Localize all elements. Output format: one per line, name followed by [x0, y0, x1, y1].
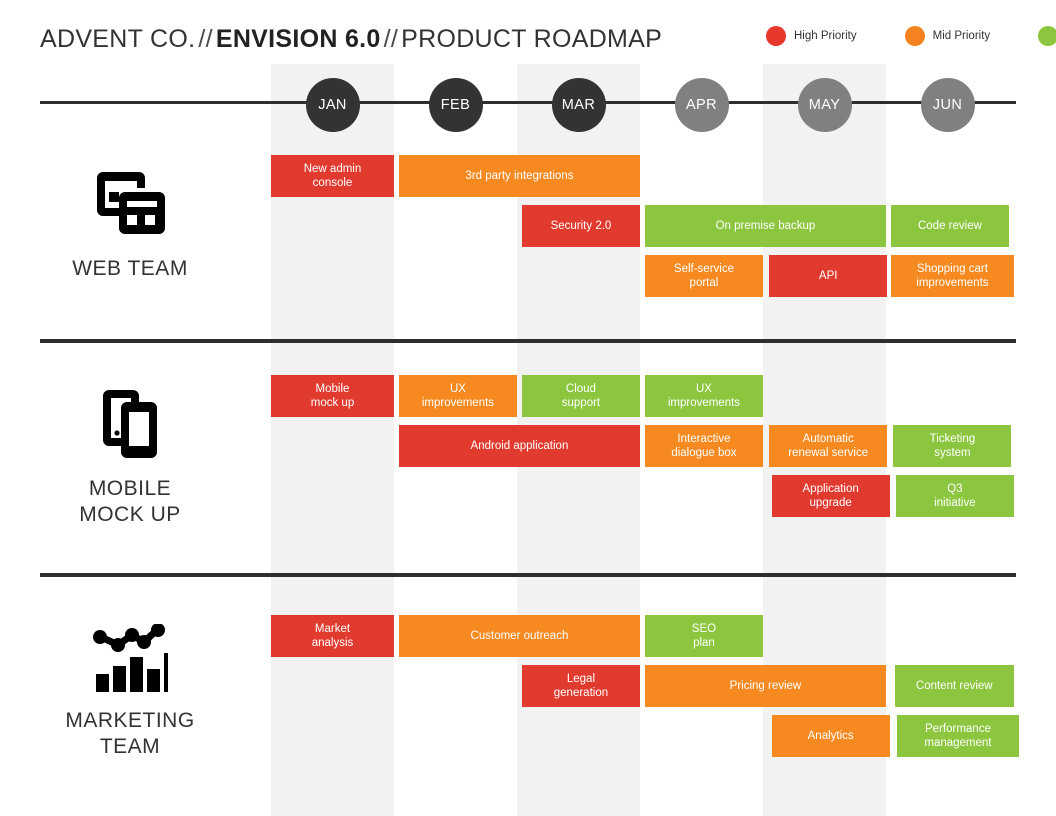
timeline-month-may[interactable]: MAY	[797, 78, 852, 132]
page-subtitle: PRODUCT ROADMAP	[401, 25, 663, 53]
timeline-month-mar[interactable]: MAR	[551, 78, 606, 132]
title-separator-1: //	[198, 25, 213, 53]
legend-item: Mid Priority	[904, 26, 991, 46]
task-bar[interactable]: Customer outreach	[398, 615, 640, 657]
team-marketing-team: MARKETING TEAM	[0, 612, 260, 760]
task-bar[interactable]: Analytics	[771, 715, 890, 757]
task-bar[interactable]: UX improvements	[644, 375, 763, 417]
legend-label: High Priority	[794, 29, 857, 42]
task-bar[interactable]: On premise backup	[644, 205, 886, 247]
section-divider	[40, 573, 1016, 577]
task-bar[interactable]: Cloud support	[521, 375, 640, 417]
task-bar[interactable]: Legal generation	[521, 665, 640, 707]
team-name: WEB TEAM	[72, 257, 188, 280]
task-bar[interactable]: Mobile mock up	[271, 375, 394, 417]
timeline-axis	[40, 101, 1016, 104]
task-bar[interactable]: Shopping cart improvements	[890, 255, 1014, 297]
legend-item: High Priority	[766, 26, 857, 46]
legend-label: Mid Priority	[932, 29, 991, 42]
roadmap-page: ADVENT CO.//ENVISION 6.0//PRODUCT ROADMA…	[0, 0, 1056, 816]
task-bar[interactable]: Performance management	[897, 715, 1019, 757]
task-bar[interactable]: Android application	[398, 425, 640, 467]
team-mobile-mock-up: MOBILE MOCK UP	[0, 380, 260, 528]
page-title: ADVENT CO.//ENVISION 6.0//PRODUCT ROADMA…	[40, 25, 662, 54]
task-bar[interactable]: Self-service portal	[644, 255, 763, 297]
priority-dot-icon	[1038, 26, 1056, 46]
task-bar[interactable]: Q3 initiative	[895, 475, 1014, 517]
timeline-month-apr[interactable]: APR	[674, 78, 729, 132]
priority-legend: High Priority Mid Priority Low Priority	[766, 26, 1056, 46]
timeline-month-jan[interactable]: JAN	[305, 78, 360, 132]
task-bar[interactable]: Pricing review	[644, 665, 886, 707]
legend-item: Low Priority	[1038, 26, 1056, 46]
team-web-team: WEB TEAM	[0, 160, 260, 282]
priority-dot-icon	[904, 26, 925, 46]
task-bar[interactable]: New admin console	[271, 155, 394, 197]
task-bar[interactable]: Code review	[890, 205, 1009, 247]
timeline-month-jun[interactable]: JUN	[920, 78, 975, 132]
task-bar[interactable]: Automatic renewal service	[769, 425, 888, 467]
task-bar[interactable]: Ticketing system	[893, 425, 1012, 467]
company-name: ADVENT CO.	[40, 25, 196, 53]
task-bar[interactable]: Content review	[894, 665, 1014, 707]
priority-dot-icon	[766, 26, 786, 46]
task-bar[interactable]: Interactive dialogue box	[644, 425, 763, 467]
product-name: ENVISION 6.0	[215, 25, 381, 53]
tablet-phone-icon	[0, 380, 260, 460]
team-name: MARKETING TEAM	[65, 709, 195, 758]
task-bar[interactable]: Application upgrade	[771, 475, 890, 517]
team-name: MOBILE MOCK UP	[79, 477, 181, 526]
task-bar[interactable]: API	[769, 255, 888, 297]
task-bar[interactable]: UX improvements	[398, 375, 517, 417]
bar-chart-growth-icon	[0, 612, 260, 692]
task-bar[interactable]: SEO plan	[644, 615, 763, 657]
section-divider	[40, 339, 1016, 343]
task-bar[interactable]: Market analysis	[271, 615, 394, 657]
task-bar[interactable]: Security 2.0	[521, 205, 640, 247]
title-separator-2: //	[383, 25, 399, 53]
timeline-month-feb[interactable]: FEB	[428, 78, 483, 132]
task-bar[interactable]: 3rd party integrations	[398, 155, 640, 197]
browser-windows-icon	[0, 160, 260, 240]
